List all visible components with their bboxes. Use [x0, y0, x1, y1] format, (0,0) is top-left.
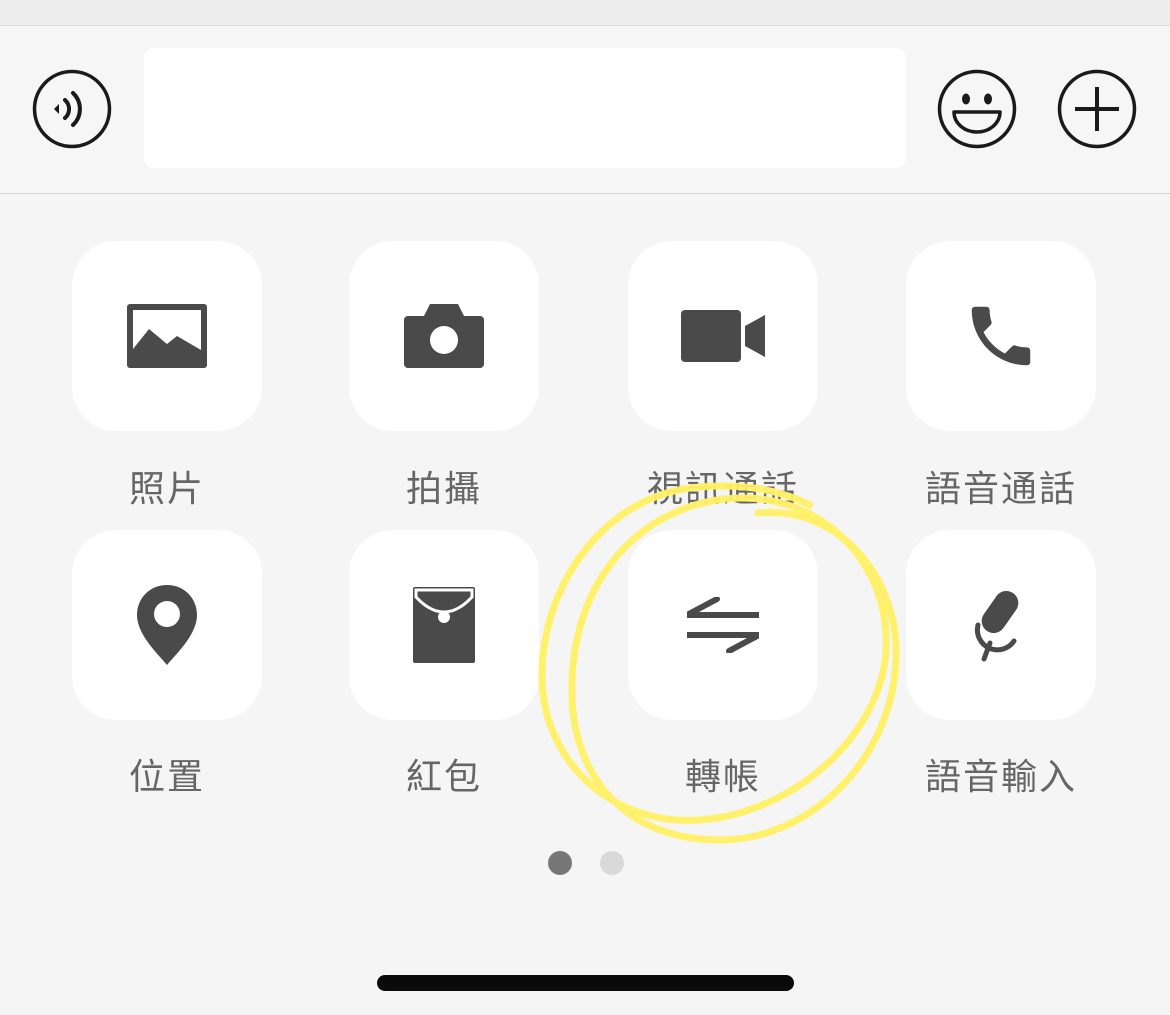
camera-label: 拍攝 [405, 469, 482, 510]
video-call-button[interactable] [628, 241, 818, 431]
camera-button[interactable] [349, 241, 539, 431]
photo-label: 照片 [128, 469, 205, 510]
microphone-icon [974, 590, 1019, 662]
red-envelope-icon [413, 587, 475, 663]
transfer-arrows-icon [687, 597, 759, 653]
video-call-label: 視訊通話 [646, 469, 799, 510]
voice-input-button[interactable] [32, 69, 112, 149]
emoji-icon [937, 69, 1017, 149]
photo-button[interactable] [72, 241, 262, 431]
phone-icon [971, 306, 1031, 366]
voice-input-action-button[interactable] [906, 530, 1096, 720]
location-label: 位置 [128, 757, 205, 798]
red-envelope-label: 紅包 [405, 757, 482, 798]
photo-icon [127, 304, 207, 368]
emoji-button[interactable] [937, 69, 1017, 149]
voice-input-icon [32, 69, 112, 149]
page-dot[interactable] [600, 851, 624, 875]
page-dot-active[interactable] [548, 851, 572, 875]
voice-call-button[interactable] [906, 241, 1096, 431]
top-strip [0, 0, 1170, 26]
camera-icon [404, 304, 484, 368]
location-pin-icon [137, 585, 197, 665]
input-bar [0, 26, 1170, 194]
message-input[interactable] [144, 48, 906, 168]
voice-call-label: 語音通話 [924, 469, 1077, 510]
home-indicator [377, 975, 794, 991]
more-options-button[interactable] [1057, 69, 1137, 149]
voice-input-label: 語音輸入 [924, 757, 1077, 798]
transfer-button[interactable] [628, 530, 818, 720]
location-button[interactable] [72, 530, 262, 720]
video-call-icon [681, 310, 765, 362]
red-envelope-button[interactable] [349, 530, 539, 720]
plus-icon [1057, 69, 1137, 149]
transfer-label: 轉帳 [684, 757, 761, 798]
